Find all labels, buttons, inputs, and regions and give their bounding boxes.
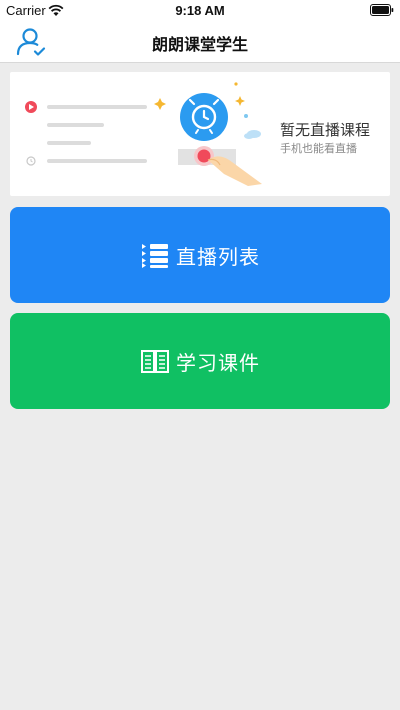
- status-bar: Carrier 9:18 AM: [0, 0, 400, 20]
- battery-icon: [370, 4, 394, 16]
- courseware-label: 学习课件: [176, 350, 260, 375]
- courseware-button-content: 学习课件: [10, 313, 390, 409]
- banner-title: 暂无直播课程: [280, 121, 371, 139]
- list-icon: [142, 244, 168, 268]
- page-title: 朗朗课堂学生: [151, 35, 248, 54]
- courseware-button[interactable]: 学习课件: [10, 313, 390, 409]
- book-icon: [141, 350, 169, 373]
- no-live-banner: 暂无直播课程 手机也能看直播: [10, 72, 390, 196]
- navigation-bar: 朗朗课堂学生: [0, 20, 400, 63]
- banner-subtitle: 手机也能看直播: [280, 142, 357, 155]
- live-list-button-content: 直播列表: [10, 207, 390, 303]
- clock-time: 9:18 AM: [175, 3, 225, 18]
- live-list-label: 直播列表: [176, 244, 260, 269]
- live-list-button[interactable]: 直播列表: [10, 207, 390, 303]
